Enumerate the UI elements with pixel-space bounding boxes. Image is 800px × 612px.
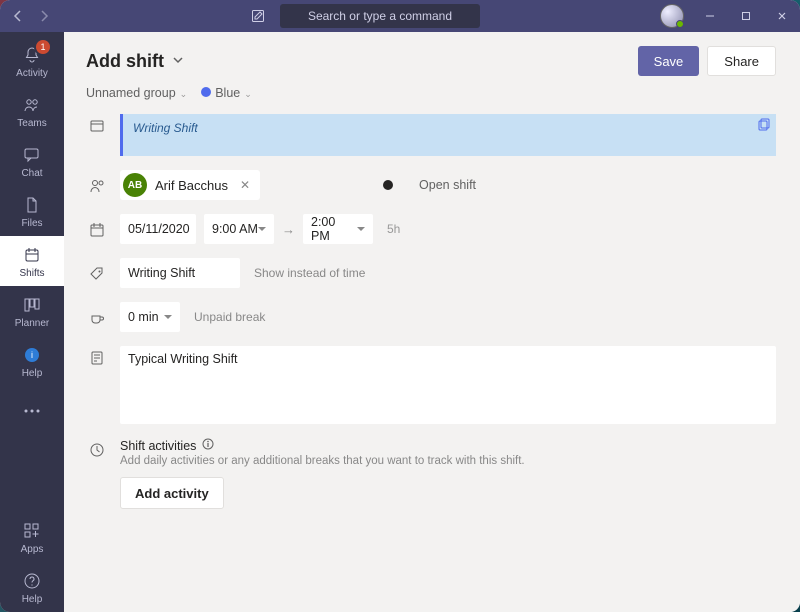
window-maximize-button[interactable] (728, 0, 764, 32)
teams-icon (21, 94, 43, 116)
copy-icon[interactable] (756, 118, 770, 135)
shift-label-input[interactable]: Writing Shift (120, 258, 240, 288)
activity-badge: 1 (36, 40, 50, 54)
notes-textarea[interactable]: Typical Writing Shift (120, 346, 776, 424)
rail-shifts[interactable]: Shifts (0, 236, 64, 286)
search-input[interactable]: Search or type a command (280, 4, 480, 28)
calendar-icon (86, 218, 108, 240)
shifts-icon (21, 244, 43, 266)
rail-chat[interactable]: Chat (0, 136, 64, 186)
arrow-right-icon: → (282, 222, 295, 237)
break-hint: Unpaid break (194, 310, 265, 324)
app-rail: 1 Activity Teams Chat Files Shifts (0, 32, 64, 612)
group-dropdown[interactable]: Unnamed group⌄ (86, 86, 187, 100)
preview-icon (86, 114, 108, 136)
person-name: Arif Bacchus (155, 178, 228, 193)
rail-apps[interactable]: Apps (0, 512, 64, 562)
open-shift-dot (383, 180, 393, 190)
rail-help[interactable]: i Help (0, 336, 64, 386)
end-time-dropdown[interactable]: 2:00 PM (303, 214, 373, 244)
search-placeholder: Search or type a command (308, 9, 452, 23)
activities-hint: Add daily activities or any additional b… (120, 455, 525, 467)
activities-title: Shift activities (120, 439, 196, 453)
rail-files[interactable]: Files (0, 186, 64, 236)
presence-indicator (676, 20, 684, 28)
people-icon (86, 174, 108, 196)
title-dropdown-icon[interactable] (172, 54, 184, 69)
help-icon (21, 570, 43, 592)
titlebar: Search or type a command (0, 0, 800, 32)
new-note-icon[interactable] (242, 0, 274, 32)
save-button[interactable]: Save (638, 46, 700, 76)
note-icon (86, 346, 108, 368)
clock-icon (86, 438, 108, 460)
rail-planner[interactable]: Planner (0, 286, 64, 336)
share-button[interactable]: Share (707, 46, 776, 76)
window-close-button[interactable] (764, 0, 800, 32)
remove-person-button[interactable]: ✕ (236, 178, 254, 192)
info-icon[interactable] (202, 438, 214, 453)
page-title: Add shift (86, 51, 164, 72)
rail-teams[interactable]: Teams (0, 86, 64, 136)
user-avatar[interactable] (660, 4, 684, 28)
shift-preview: Writing Shift (120, 114, 776, 156)
rail-activity[interactable]: 1 Activity (0, 36, 64, 86)
rail-more[interactable] (0, 386, 64, 436)
planner-icon (21, 294, 43, 316)
person-chip[interactable]: AB Arif Bacchus ✕ (120, 170, 260, 200)
apps-icon (21, 520, 43, 542)
svg-text:i: i (31, 350, 33, 360)
color-dot-icon (201, 87, 211, 97)
coffee-icon (86, 306, 108, 328)
label-hint: Show instead of time (254, 266, 365, 280)
color-dropdown[interactable]: Blue⌄ (201, 86, 252, 100)
more-icon (21, 400, 43, 422)
date-input[interactable]: 05/11/2020 (120, 214, 196, 244)
start-time-dropdown[interactable]: 9:00 AM (204, 214, 274, 244)
duration-label: 5h (387, 222, 400, 236)
window-minimize-button[interactable] (692, 0, 728, 32)
main-content: Add shift Save Share Unnamed group⌄ Blue… (64, 32, 800, 612)
rail-help-bottom[interactable]: Help (0, 562, 64, 612)
break-dropdown[interactable]: 0 min (120, 302, 180, 332)
add-activity-button[interactable]: Add activity (120, 477, 224, 509)
chat-icon (21, 144, 43, 166)
files-icon (21, 194, 43, 216)
person-avatar: AB (123, 173, 147, 197)
nav-forward-button[interactable] (32, 4, 56, 28)
open-shift-label: Open shift (419, 178, 476, 192)
tag-icon (86, 262, 108, 284)
shift-preview-label: Writing Shift (133, 121, 198, 135)
nav-back-button[interactable] (6, 4, 30, 28)
help-circle-icon: i (21, 344, 43, 366)
